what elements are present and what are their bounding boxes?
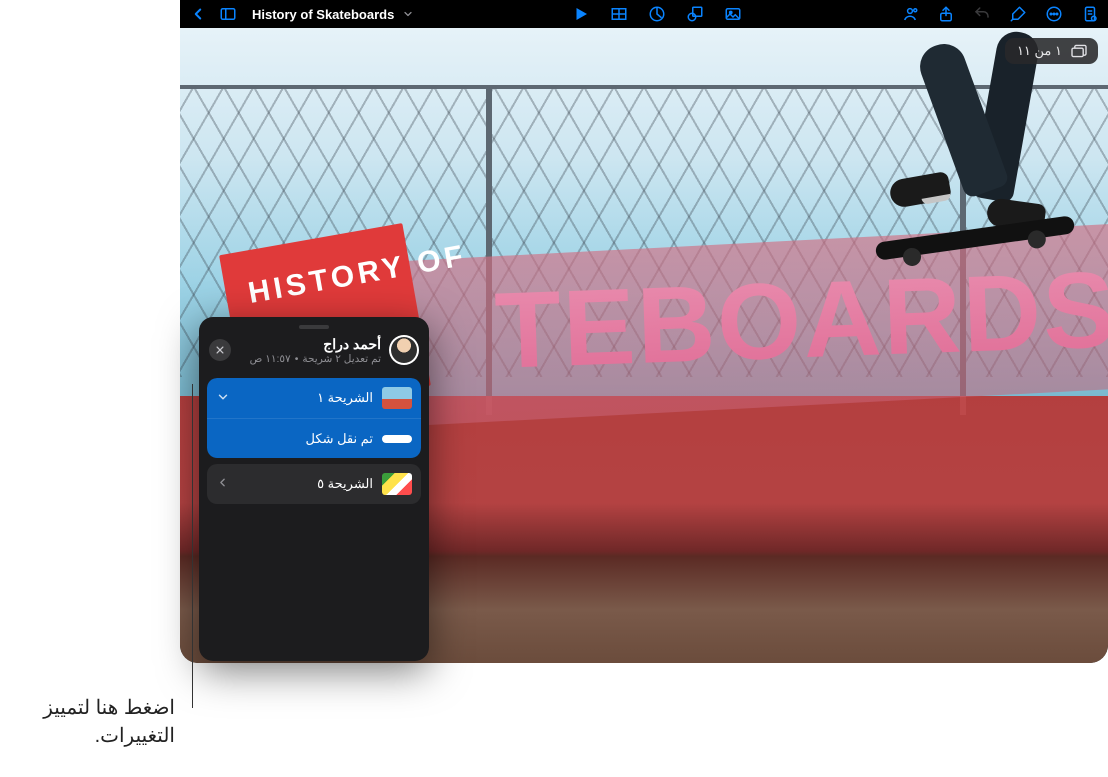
change-row-label: الشريحة ٥ <box>238 476 373 492</box>
slide-counter-badge[interactable]: ١ من ١١ <box>1005 38 1098 64</box>
chevron-left-icon <box>216 476 229 492</box>
activity-panel: أحمد دراج تم تعديل ٢ شريحة • ١١:٥٧ ص الش… <box>199 317 429 661</box>
chevron-down-icon <box>402 8 414 20</box>
slides-icon <box>1070 44 1088 58</box>
chart-icon[interactable] <box>647 4 667 24</box>
author-name: أحمد دراج <box>239 336 381 353</box>
format-brush-icon[interactable] <box>1008 4 1028 24</box>
more-icon[interactable] <box>1044 4 1064 24</box>
banner-text: TEBOARDS <box>493 246 1108 393</box>
change-row-label: تم نقل شكل <box>216 431 373 447</box>
callout-leader-line <box>192 384 193 708</box>
panel-header: أحمد دراج تم تعديل ٢ شريحة • ١١:٥٧ ص <box>207 333 421 371</box>
close-icon <box>215 345 225 355</box>
back-icon[interactable] <box>188 4 208 24</box>
change-row-label: الشريحة ١ <box>239 390 373 406</box>
slide-thumbnail <box>382 387 412 409</box>
author-avatar <box>389 335 419 365</box>
table-icon[interactable] <box>609 4 629 24</box>
slide-counter-text: ١ من ١١ <box>1017 43 1062 59</box>
change-row-slide-5[interactable]: الشريحة ٥ <box>207 464 421 504</box>
sidebar-toggle-icon[interactable] <box>218 4 238 24</box>
skater-graphic <box>849 41 1099 241</box>
document-options-icon[interactable] <box>1080 4 1100 24</box>
share-icon[interactable] <box>936 4 956 24</box>
panel-drag-handle[interactable] <box>299 325 329 329</box>
callout-text: اضغط هنا لتمييز التغييرات. <box>0 694 175 750</box>
edit-count-text: تم تعديل ٢ شريحة <box>302 353 381 365</box>
slide-thumbnail <box>382 473 412 495</box>
document-title-button[interactable]: History of Skateboards <box>248 7 414 22</box>
document-title: History of Skateboards <box>248 7 398 22</box>
chevron-down-icon <box>216 390 230 407</box>
shape-icon[interactable] <box>685 4 705 24</box>
media-icon[interactable] <box>723 4 743 24</box>
shape-thumbnail <box>382 435 412 443</box>
toolbar: History of Skateboards <box>180 0 1108 28</box>
collaborate-icon[interactable] <box>900 4 920 24</box>
undo-icon <box>972 4 992 24</box>
close-panel-button[interactable] <box>209 339 231 361</box>
play-icon[interactable] <box>571 4 591 24</box>
edit-time-text: ١١:٥٧ ص <box>250 353 291 365</box>
change-row-moved-shape[interactable]: تم نقل شكل <box>207 418 421 458</box>
change-row-slide-1[interactable]: الشريحة ١ <box>207 378 421 418</box>
